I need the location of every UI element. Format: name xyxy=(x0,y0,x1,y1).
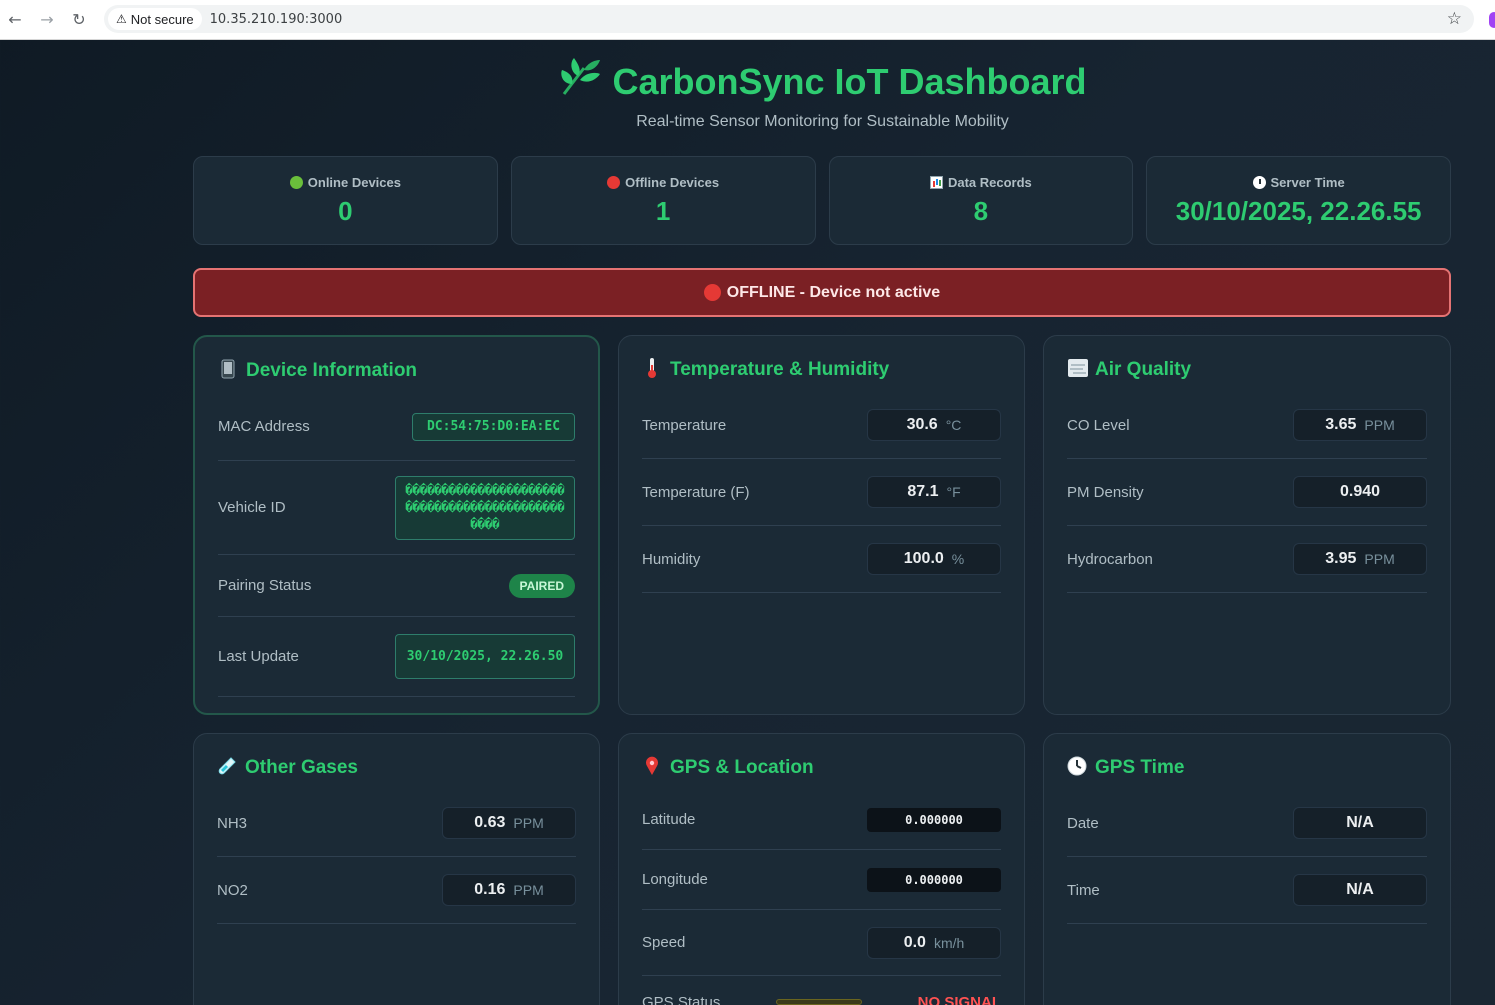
mobile-phone-icon xyxy=(218,359,238,384)
stat-label-offline: Offline Devices xyxy=(625,174,720,190)
last-update-value: 30/10/2025, 22.26.50 xyxy=(395,634,575,679)
stat-card-online: Online Devices 0 xyxy=(193,156,498,245)
thermometer-icon xyxy=(642,357,662,384)
browser-toolbar: ← → ↻ ⚠ Not secure 10.35.210.190:3000 ☆ xyxy=(0,0,1495,40)
stat-card-records: Data Records 8 xyxy=(828,156,1134,245)
co-level-row: CO Level 3.65 PPM xyxy=(1067,392,1427,459)
pm-density-value: 0.940 xyxy=(1293,476,1427,508)
clock-icon xyxy=(1252,175,1266,189)
vehicle-id-value: ����������������������������������������… xyxy=(395,475,575,540)
paired-badge: PAIRED xyxy=(508,573,575,598)
temperature-value: 30.6 °C xyxy=(867,409,1001,441)
stat-card-offline: Offline Devices 1 xyxy=(510,156,816,245)
stat-value-server-time: 30/10/2025, 22.26.55 xyxy=(1175,195,1422,226)
temperature-f-row: Temperature (F) 87.1 °F xyxy=(642,459,1001,526)
map-pin-icon xyxy=(642,756,662,781)
fog-icon xyxy=(1067,358,1088,383)
nh3-row: NH3 0.63 PPM xyxy=(217,790,576,857)
reload-icon[interactable]: ↻ xyxy=(68,9,90,31)
page-title: CarbonSync IoT Dashboard xyxy=(558,56,1087,107)
security-label: Not secure xyxy=(130,11,194,27)
gps-date-row: Date N/A xyxy=(1067,790,1427,857)
air-quality-panel: Air Quality CO Level 3.65 PPM PM Density… xyxy=(1043,335,1451,715)
test-tube-icon xyxy=(217,756,237,781)
hydrocarbon-row: Hydrocarbon 3.95 PPM xyxy=(1067,526,1427,593)
humidity-row: Humidity 100.0 % xyxy=(642,526,1001,593)
panel-title: Other Gases xyxy=(217,756,576,780)
gps-status-value: NO SIGNAL xyxy=(917,993,1001,1005)
humidity-value: 100.0 % xyxy=(867,543,1001,575)
gps-time-value: N/A xyxy=(1293,874,1427,906)
banner-text: OFFLINE - Device not active xyxy=(726,283,941,301)
panel-title: GPS & Location xyxy=(642,756,1001,780)
temperature-f-value: 87.1 °F xyxy=(867,476,1001,508)
last-update-row: Last Update 30/10/2025, 22.26.50 xyxy=(218,617,575,697)
forward-arrow-icon[interactable]: → xyxy=(36,9,58,31)
panel-title: Air Quality xyxy=(1067,358,1427,382)
warning-triangle-icon: ⚠ xyxy=(116,12,127,26)
latitude-row: Latitude 0.000000 xyxy=(642,790,1001,850)
panel-title: GPS Time xyxy=(1067,756,1427,780)
co-level-value: 3.65 PPM xyxy=(1293,409,1427,441)
stats-row: Online Devices 0 Offline Devices 1 Data … xyxy=(193,156,1451,245)
panel-title: Device Information xyxy=(218,359,575,383)
offline-status-banner: OFFLINE - Device not active xyxy=(193,268,1451,317)
mac-address-value: DC:54:75:D0:EA:EC xyxy=(412,412,575,441)
stat-card-server-time: Server Time 30/10/2025, 22.26.55 xyxy=(1146,156,1451,245)
pairing-status-row: Pairing Status PAIRED xyxy=(218,555,575,617)
stat-label-records: Data Records xyxy=(947,174,1032,190)
url-text[interactable]: 10.35.210.190:3000 xyxy=(210,12,343,27)
vehicle-id-row: Vehicle ID �����������������������������… xyxy=(218,461,575,555)
gps-time-panel: GPS Time Date N/A Time N/A xyxy=(1043,733,1451,1005)
speed-row: Speed 0.0 km/h xyxy=(642,910,1001,976)
temperature-row: Temperature 30.6 °C xyxy=(642,392,1001,459)
longitude-row: Longitude 0.000000 xyxy=(642,850,1001,910)
dashboard-header: CarbonSync IoT Dashboard Real-time Senso… xyxy=(0,56,1495,131)
clock-icon xyxy=(1067,756,1087,781)
profile-avatar[interactable] xyxy=(1489,12,1495,28)
address-bar[interactable]: ⚠ Not secure 10.35.210.190:3000 ☆ xyxy=(104,5,1474,33)
bar-chart-icon xyxy=(929,175,943,189)
gps-status-row: GPS Status NO SIGNAL xyxy=(642,976,1001,1005)
back-arrow-icon[interactable]: ← xyxy=(4,9,26,31)
red-circle-icon xyxy=(607,175,621,189)
no2-row: NO2 0.16 PPM xyxy=(217,857,576,924)
longitude-value: 0.000000 xyxy=(867,867,1001,892)
nh3-value: 0.63 PPM xyxy=(442,807,576,839)
herb-leaf-icon xyxy=(558,56,602,107)
panel-title: Temperature & Humidity xyxy=(642,357,1001,384)
no2-value: 0.16 PPM xyxy=(442,874,576,906)
bookmark-star-icon[interactable]: ☆ xyxy=(1447,9,1462,29)
stat-label-online: Online Devices xyxy=(307,174,401,190)
gps-time-row: Time N/A xyxy=(1067,857,1427,924)
latitude-value: 0.000000 xyxy=(867,807,1001,832)
page-subtitle: Real-time Sensor Monitoring for Sustaina… xyxy=(636,113,1009,130)
stat-value-online: 0 xyxy=(338,195,353,226)
title-text: CarbonSync IoT Dashboard xyxy=(612,60,1087,102)
security-indicator[interactable]: ⚠ Not secure xyxy=(108,8,202,30)
temperature-humidity-panel: Temperature & Humidity Temperature 30.6 … xyxy=(618,335,1025,715)
gps-location-panel: GPS & Location Latitude 0.000000 Longitu… xyxy=(618,733,1025,1005)
gps-signal-bar xyxy=(776,999,863,1005)
stat-value-records: 8 xyxy=(973,195,989,226)
stat-value-offline: 1 xyxy=(655,195,671,226)
green-circle-icon xyxy=(289,175,303,189)
stat-label-server-time: Server Time xyxy=(1270,174,1345,190)
speed-value: 0.0 km/h xyxy=(867,926,1001,959)
pm-density-row: PM Density 0.940 xyxy=(1067,459,1427,526)
hydrocarbon-value: 3.95 PPM xyxy=(1293,543,1427,575)
other-gases-panel: Other Gases NH3 0.63 PPM NO2 0.16 PPM xyxy=(193,733,600,1005)
device-info-panel: Device Information MAC Address DC:54:75:… xyxy=(193,335,600,715)
mac-address-row: MAC Address DC:54:75:D0:EA:EC xyxy=(218,393,575,461)
red-circle-icon xyxy=(703,284,721,301)
gps-date-value: N/A xyxy=(1293,807,1427,839)
